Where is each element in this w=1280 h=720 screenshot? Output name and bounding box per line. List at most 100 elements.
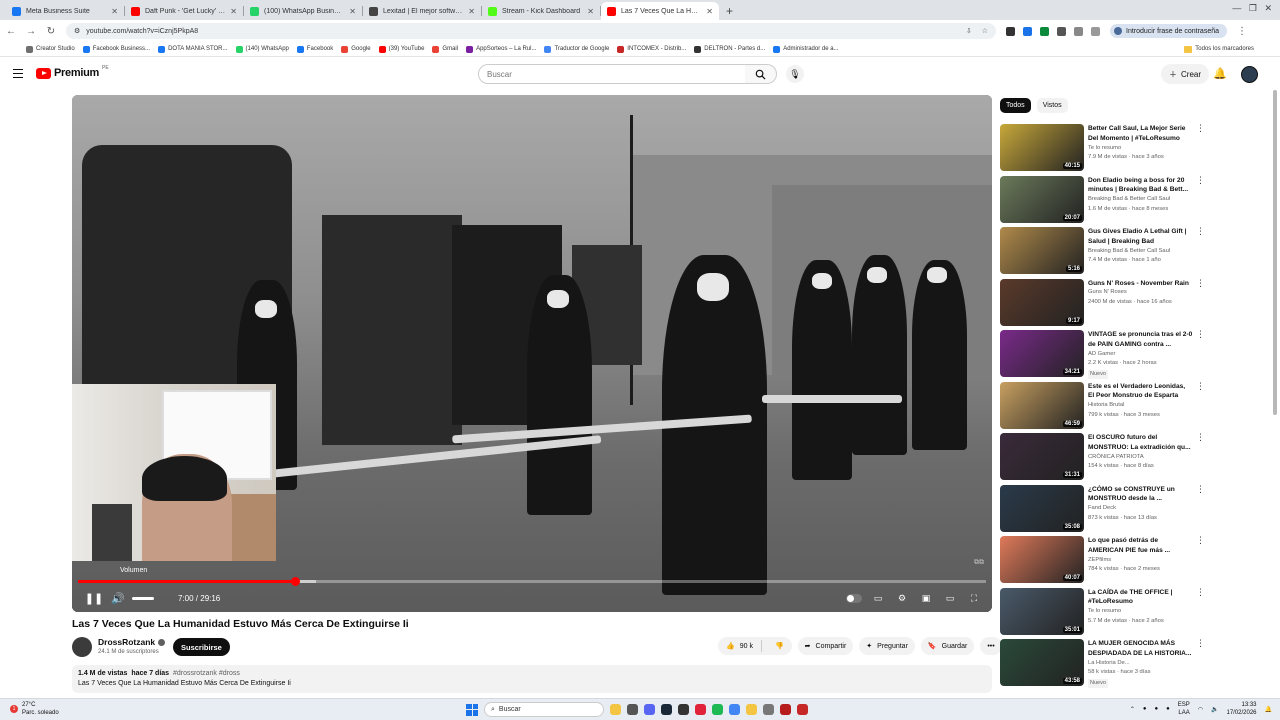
recommended-video[interactable]: 40:07 Lo que pasó detrás de AMERICAN PIE … [1000,536,1205,585]
volume-slider[interactable] [132,596,154,600]
recommended-title[interactable]: Gus Gives Eladio A Lethal Gift | Salud |… [1088,227,1193,247]
tab-close-icon[interactable]: ✕ [706,7,713,16]
windows-start-icon[interactable] [466,703,478,716]
recommended-channel[interactable]: Historia Brutal [1088,401,1193,411]
recommended-channel[interactable]: Breaking Bad & Better Call Saul [1088,195,1193,205]
pause-icon[interactable]: ❚❚ [82,592,106,605]
fullscreen-icon[interactable]: ⛶ [966,593,982,604]
recommended-channel[interactable]: Fand Deck [1088,504,1193,514]
more-vertical-icon[interactable]: ⋮ [1196,330,1205,340]
video-thumbnail[interactable]: 35:01 [1000,587,1084,635]
file-explorer-icon[interactable] [610,704,621,715]
recommended-video[interactable]: 31:31 El OSCURO futuro del MONSTRUO: La e… [1000,433,1205,482]
like-button[interactable]: 👍 90 k [718,640,762,652]
miniplayer-icon[interactable]: ▣ [918,593,934,604]
more-vertical-icon[interactable]: ⋮ [1196,227,1205,237]
notification-center-icon[interactable]: 🔔 [1265,706,1272,713]
recommended-channel[interactable]: CRÓNICA PATRIOTA [1088,453,1193,463]
search-input[interactable]: Buscar [478,64,746,84]
spotify-icon[interactable] [712,704,723,715]
calculator-icon[interactable] [763,704,774,715]
bookmark-item[interactable]: Traductor de Google [544,45,609,53]
recommended-video[interactable]: 9:17 Guns N' Roses - November Rain Guns N'… [1000,278,1205,328]
bookmark-item[interactable]: Administrador de a... [773,45,839,53]
browser-tab[interactable]: (100) WhatsApp Business ✕ [243,2,362,20]
dislike-button[interactable]: 👎 [767,642,792,650]
bookmark-item[interactable]: (39) YouTube [378,45,424,53]
tab-close-icon[interactable]: ✕ [230,7,237,16]
description-box[interactable]: 1.4 M de vistas hace 7 días #drossrotzan… [72,665,992,693]
bookmark-item[interactable]: Facebook Business... [82,45,150,53]
recommended-title[interactable]: Don Eladio being a boss for 20 minutes |… [1088,176,1193,196]
address-bar[interactable]: ⚙ youtube.com/watch?v=iCznj5PkpA8 ⇩ ☆ [66,23,996,39]
recommended-video[interactable]: 5:16 Gus Gives Eladio A Lethal Gift | Sal… [1000,227,1205,276]
tab-close-icon[interactable]: ✕ [587,7,594,16]
discord-icon[interactable] [644,704,655,715]
recommended-title[interactable]: Este es el Verdadero Leonidas, El Peor M… [1088,382,1193,402]
more-vertical-icon[interactable]: ⋮ [1196,279,1205,289]
recommended-title[interactable]: ¿CÓMO se CONSTRUYE un MONSTRUO desde la … [1088,485,1193,505]
bookmark-item[interactable]: Creator Studio [26,45,75,53]
hashtags[interactable]: #drossrotzank #dross [173,670,240,677]
bookmark-item[interactable]: (140) WhatsApp [235,45,289,53]
chrome-icon[interactable] [729,704,740,715]
bookmark-item[interactable]: DELTRON - Partes d... [694,45,765,53]
recommended-title[interactable]: Lo que pasó detrás de AMERICAN PIE fue m… [1088,536,1193,556]
profile-button[interactable]: Introducir frase de contraseña [1110,24,1227,38]
reload-icon[interactable]: ↻ [46,26,56,37]
browser-tab[interactable]: Meta Business Suite ✕ [6,2,124,20]
recommended-channel[interactable]: ZEPfilms [1088,556,1193,566]
channel-name[interactable]: DrossRotzank [98,637,155,647]
all-bookmarks-button[interactable]: Todos los marcadores [1184,45,1254,53]
subtitles-icon[interactable]: ▭ [870,593,886,604]
recommended-title[interactable]: El OSCURO futuro del MONSTRUO: La extrad… [1088,433,1193,453]
browser-tab[interactable]: Las 7 Veces Que La Human... ✕ [600,2,719,20]
bookmark-item[interactable]: Gmail [432,45,458,53]
more-vertical-icon[interactable]: ⋮ [1196,536,1205,546]
taskview-icon[interactable] [627,704,638,715]
speaker-icon[interactable]: 🔈 [1211,706,1218,713]
recommended-channel[interactable]: Guns N' Roses [1088,288,1193,298]
tray-app-icon[interactable]: ● [1154,706,1158,712]
menu-icon[interactable] [13,69,23,78]
folder-icon[interactable] [746,704,757,715]
subscribe-button[interactable]: Suscribirse [173,638,230,656]
app-icon[interactable] [678,704,689,715]
ask-button[interactable]: ✦ Preguntar [859,637,915,655]
window-controls[interactable]: — ❐ ✕ [1232,3,1272,14]
scrollbar-thumb[interactable] [1273,90,1277,415]
recommended-video[interactable]: 20:07 Don Eladio being a boss for 20 minu… [1000,175,1205,225]
youtube-logo[interactable]: Premium PE [36,65,109,79]
forward-icon[interactable]: → [26,26,36,37]
tray-app-icon[interactable]: ● [1143,706,1147,712]
browser-tab[interactable]: Daft Punk - 'Get Lucky' (10 min... ✕ [124,2,243,20]
extension-icon[interactable] [1006,26,1015,36]
autoplay-toggle[interactable] [846,593,862,603]
tab-close-icon[interactable]: ✕ [468,7,475,16]
theater-mode-icon[interactable]: ▭ [942,593,958,604]
back-icon[interactable]: ← [6,26,16,37]
recommended-video[interactable]: 35:08 ¿CÓMO se CONSTRUYE un MONSTRUO desd… [1000,484,1205,534]
tab-close-icon[interactable]: ✕ [111,7,118,16]
install-icon[interactable]: ⇩ [966,27,972,35]
microphone-icon[interactable]: 🎙 [786,65,804,83]
browser-tab[interactable]: Stream - Kick Dashboard ✕ [481,2,600,20]
new-tab-icon[interactable]: + [720,4,739,20]
recommended-channel[interactable]: Breaking Bad & Better Call Saul [1088,247,1193,257]
more-vertical-icon[interactable]: ⋮ [1196,124,1205,134]
filter-chip[interactable]: Vistos [1036,98,1068,113]
more-vertical-icon[interactable]: ⋮ [1196,382,1205,392]
notifications-bell-icon[interactable]: 🔔 [1213,67,1227,80]
video-thumbnail[interactable]: 34:21 [1000,330,1084,377]
video-thumbnail[interactable]: 46:59 [1000,381,1084,429]
wifi-icon[interactable]: ◠ [1198,706,1203,713]
more-vertical-icon[interactable]: ⋮ [1196,433,1205,443]
browser-tab[interactable]: Lexitad | El mejor software para... ✕ [362,2,481,20]
recommended-video[interactable]: 35:01 La CAÍDA de THE OFFICE | #TeLoResum… [1000,587,1205,637]
filter-chip[interactable]: Todos [1000,98,1031,113]
extension-icon[interactable] [1057,26,1066,36]
recommended-channel[interactable]: Te lo resumo [1088,607,1193,617]
bookmark-item[interactable]: AppSorteos – La Rul... [466,45,536,53]
channel-name-row[interactable]: DrossRotzank [98,637,166,647]
clock[interactable]: 13:33 17/02/2026 [1226,701,1256,717]
